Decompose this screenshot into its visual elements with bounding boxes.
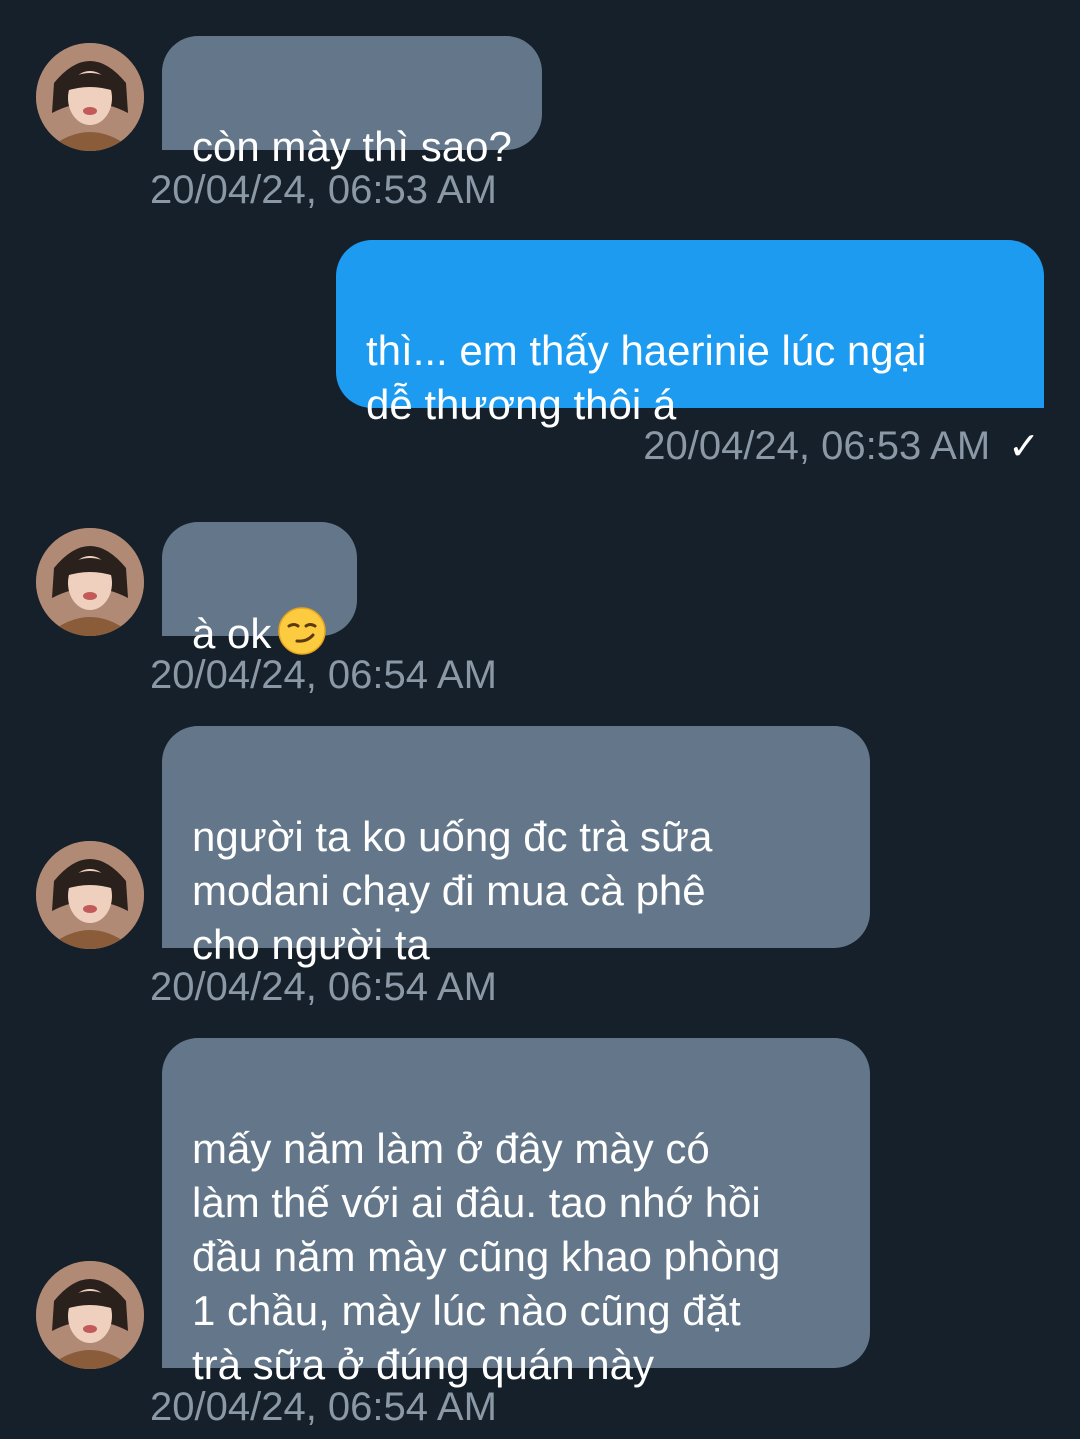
incoming-message-bubble[interactable]: à ok [162,522,358,657]
incoming-message-bubble[interactable]: người ta ko uống đc trà sữa modani chạy … [162,726,870,968]
contact-avatar[interactable] [36,528,144,636]
avatar-photo-icon [36,841,144,949]
message-timestamp: 20/04/24, 06:53 AM [643,424,991,468]
avatar-photo-icon [36,528,144,636]
incoming-message-bubble[interactable]: mấy năm làm ở đây mày có làm thế với ai … [162,1038,870,1388]
avatar-photo-icon [36,43,144,151]
message-text: mấy năm làm ở đây mày có làm thế với ai … [192,1125,781,1388]
message-text: à ok [192,610,272,657]
message-timestamp-row: 20/04/24, 06:53 AM ✓ [643,422,1040,471]
message-text: người ta ko uống đc trà sữa modani chạy … [192,813,713,968]
message-timestamp: 20/04/24, 06:54 AM [150,965,497,1009]
check-icon: ✓ [1008,426,1040,468]
message-timestamp: 20/04/24, 06:54 AM [150,1385,497,1429]
message-timestamp: 20/04/24, 06:54 AM [150,653,497,697]
message-text: thì... em thấy haerinie lúc ngại dễ thươ… [366,327,927,428]
smirking-face-emoji [278,607,327,655]
message-timestamp: 20/04/24, 06:53 AM [150,168,497,212]
contact-avatar[interactable] [36,1261,144,1369]
contact-avatar[interactable] [36,43,144,151]
incoming-message-bubble[interactable]: còn mày thì sao? [162,36,542,170]
avatar-photo-icon [36,1261,144,1369]
outgoing-message-bubble[interactable]: thì... em thấy haerinie lúc ngại dễ thươ… [336,240,1044,428]
contact-avatar[interactable] [36,841,144,949]
message-text: còn mày thì sao? [192,123,512,170]
